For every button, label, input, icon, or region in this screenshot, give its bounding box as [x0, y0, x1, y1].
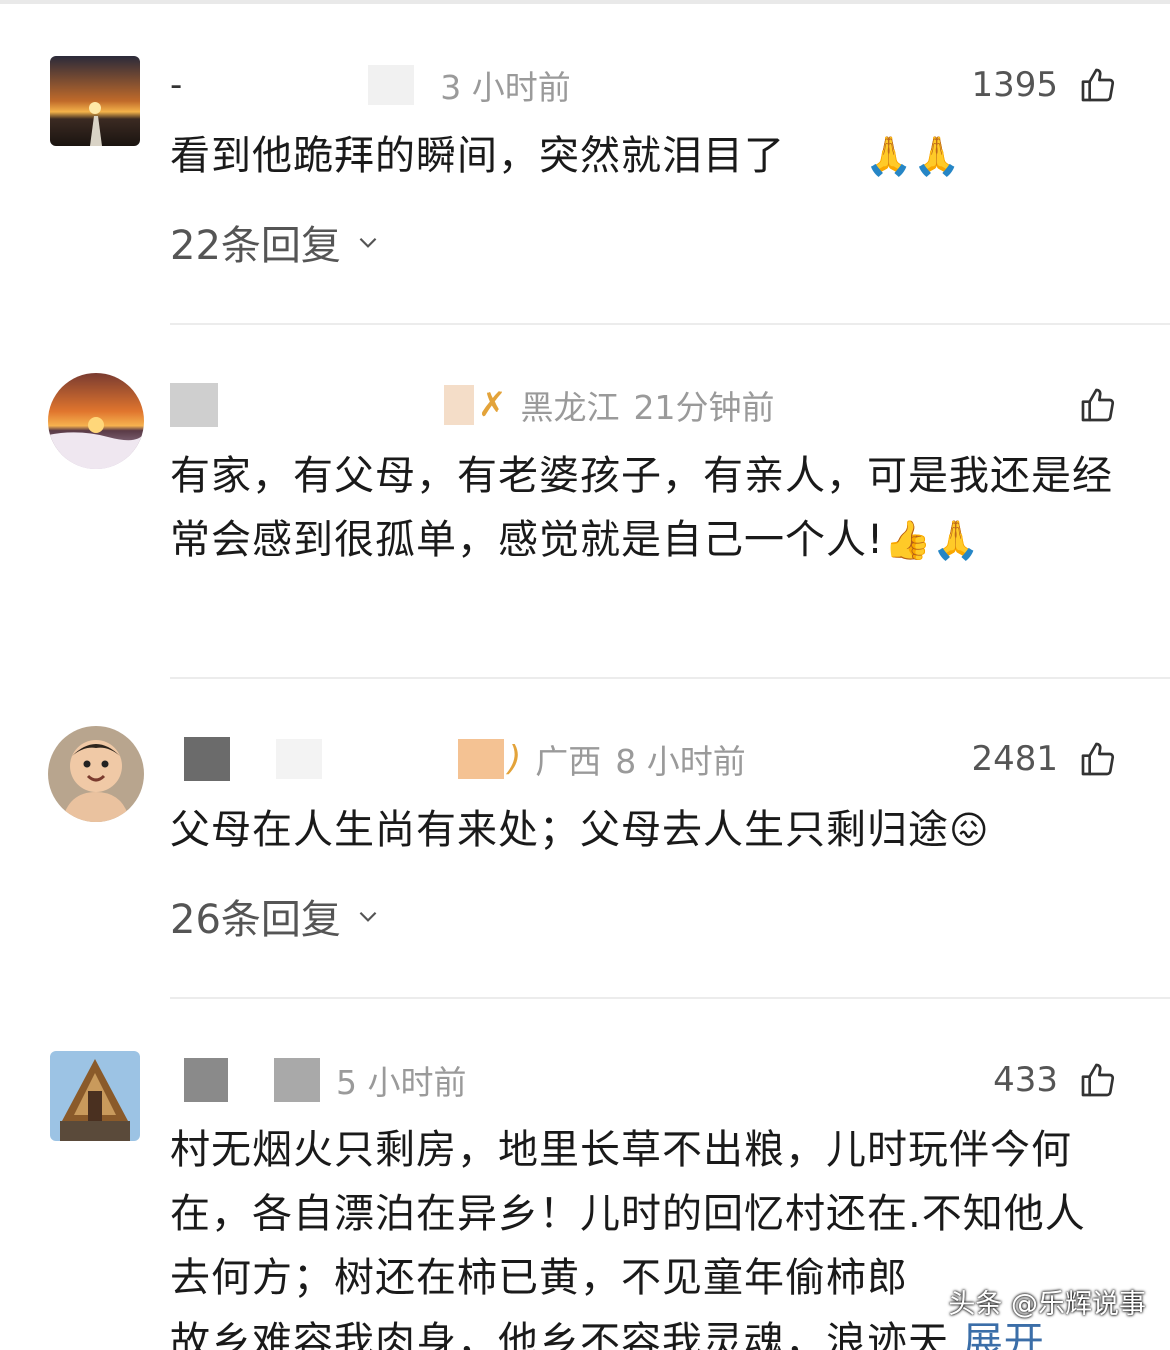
like-button[interactable]: 2481: [971, 729, 1118, 789]
divider: [170, 323, 1170, 325]
chevron-down-icon: [359, 237, 377, 248]
comment-text-body: 父母在人生尚有来处；父母去人生只剩归途: [170, 807, 949, 853]
avatar[interactable]: [50, 1051, 140, 1141]
thumbs-up-icon: [1081, 742, 1115, 776]
crying-emoji: 😖: [949, 808, 990, 852]
vip-badge-icon: ✗: [478, 385, 507, 425]
like-button[interactable]: 433: [993, 1050, 1118, 1110]
blurred-username: [274, 1058, 320, 1102]
like-count: 2481: [971, 739, 1058, 779]
comment-time: 21分钟前: [633, 388, 775, 427]
like-count: 433: [993, 1060, 1058, 1100]
thumbs-up-icon: [1081, 388, 1115, 422]
pray-emoji: 🙏🙏: [865, 134, 962, 178]
comment-time: 5 小时前: [336, 1063, 467, 1102]
comment-text: 父母在人生尚有来处；父母去人生只剩归途😖: [170, 798, 1120, 862]
chevron-down-icon: [359, 911, 377, 922]
blurred-username: [276, 739, 322, 779]
replies-toggle[interactable]: 26条回复: [170, 886, 381, 946]
divider: [170, 677, 1170, 679]
thumbs-up-icon: [1081, 1063, 1115, 1097]
avatar[interactable]: [50, 56, 140, 146]
vip-badge-icon: ): [508, 739, 522, 779]
avatar[interactable]: [48, 726, 144, 822]
comment-text: 看到他跪拜的瞬间，突然就泪目了 🙏🙏: [170, 124, 1120, 188]
expand-link[interactable]: 展开: [963, 1319, 1045, 1350]
comment-time: 3 小时前: [440, 68, 571, 107]
comment-region: 广西: [535, 742, 602, 781]
top-border: [0, 0, 1170, 4]
like-button[interactable]: [1058, 375, 1118, 435]
comment-text-truncated: 故乡难容我肉身，他乡不容我灵魂，浪迹天: [170, 1319, 949, 1350]
comment-region: 黑龙江: [520, 388, 620, 427]
blurred-username: [444, 385, 474, 425]
like-count: 1395: [971, 65, 1058, 105]
comment-meta: - 3 小时前: [170, 55, 571, 115]
replies-count: 22条回复: [170, 223, 341, 269]
blurred-username: [184, 737, 230, 781]
comment-text: 有家，有父母，有老婆孩子，有亲人，可是我还是经常会感到很孤单，感觉就是自己一个人…: [170, 444, 1120, 572]
emoji: 👍🙏: [884, 518, 981, 562]
replies-toggle[interactable]: 22条回复: [170, 212, 381, 272]
blurred-username: [368, 65, 415, 105]
blurred-username: [184, 1058, 228, 1102]
watermark: 头条 @乐辉说事: [948, 1289, 1146, 1320]
comment-text-body: 看到他跪拜的瞬间，突然就泪目了: [170, 133, 785, 179]
divider: [170, 997, 1170, 999]
replies-count: 26条回复: [170, 897, 341, 943]
avatar[interactable]: [48, 373, 144, 469]
comment-text-body: 村无烟火只剩房，地里长草不出粮，儿时玩伴今何在，各自漂泊在异乡！儿时的回忆村还在…: [170, 1127, 1086, 1301]
comment-meta: ✗ 黑龙江 21分钟前: [170, 375, 775, 435]
thumbs-up-icon: [1081, 68, 1115, 102]
blurred-username: [170, 383, 218, 427]
comment-meta: ) 广西 8 小时前: [170, 729, 746, 789]
blurred-username: [458, 739, 504, 779]
comment-time: 8 小时前: [615, 742, 746, 781]
username[interactable]: -: [170, 65, 182, 105]
comment-meta: 5 小时前: [170, 1050, 467, 1110]
like-button[interactable]: 1395: [971, 55, 1118, 115]
